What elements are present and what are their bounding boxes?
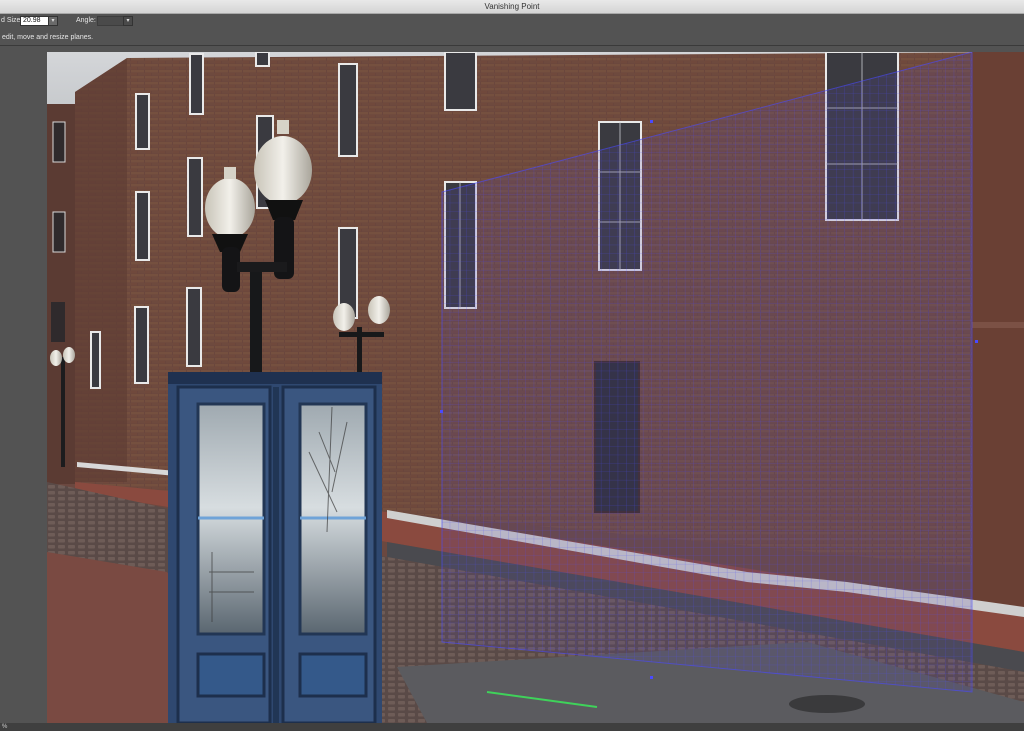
grid-size-dropdown[interactable]: ▾ (48, 16, 58, 26)
tool-strip (0, 47, 47, 719)
window-title-bar: Vanishing Point (0, 0, 1024, 14)
status-bar: % (0, 723, 1024, 731)
angle-dropdown[interactable]: ▾ (123, 16, 133, 26)
hint-text: edit, move and resize planes. (2, 34, 94, 41)
grid-size-field[interactable]: 20.98 (20, 16, 49, 26)
angle-field[interactable] (97, 16, 124, 26)
angle-label: Angle: (76, 17, 96, 24)
options-bar: d Size: 20.98 ▾ Angle: ▾ (0, 14, 1024, 29)
zoom-readout[interactable]: % (0, 724, 7, 730)
chevron-down-icon: ▾ (126, 18, 130, 24)
hint-bar: edit, move and resize planes. (0, 30, 1024, 46)
chevron-down-icon: ▾ (51, 18, 55, 24)
scene-image (47, 52, 1024, 723)
window-title: Vanishing Point (484, 2, 540, 11)
image-canvas[interactable] (47, 52, 1024, 723)
